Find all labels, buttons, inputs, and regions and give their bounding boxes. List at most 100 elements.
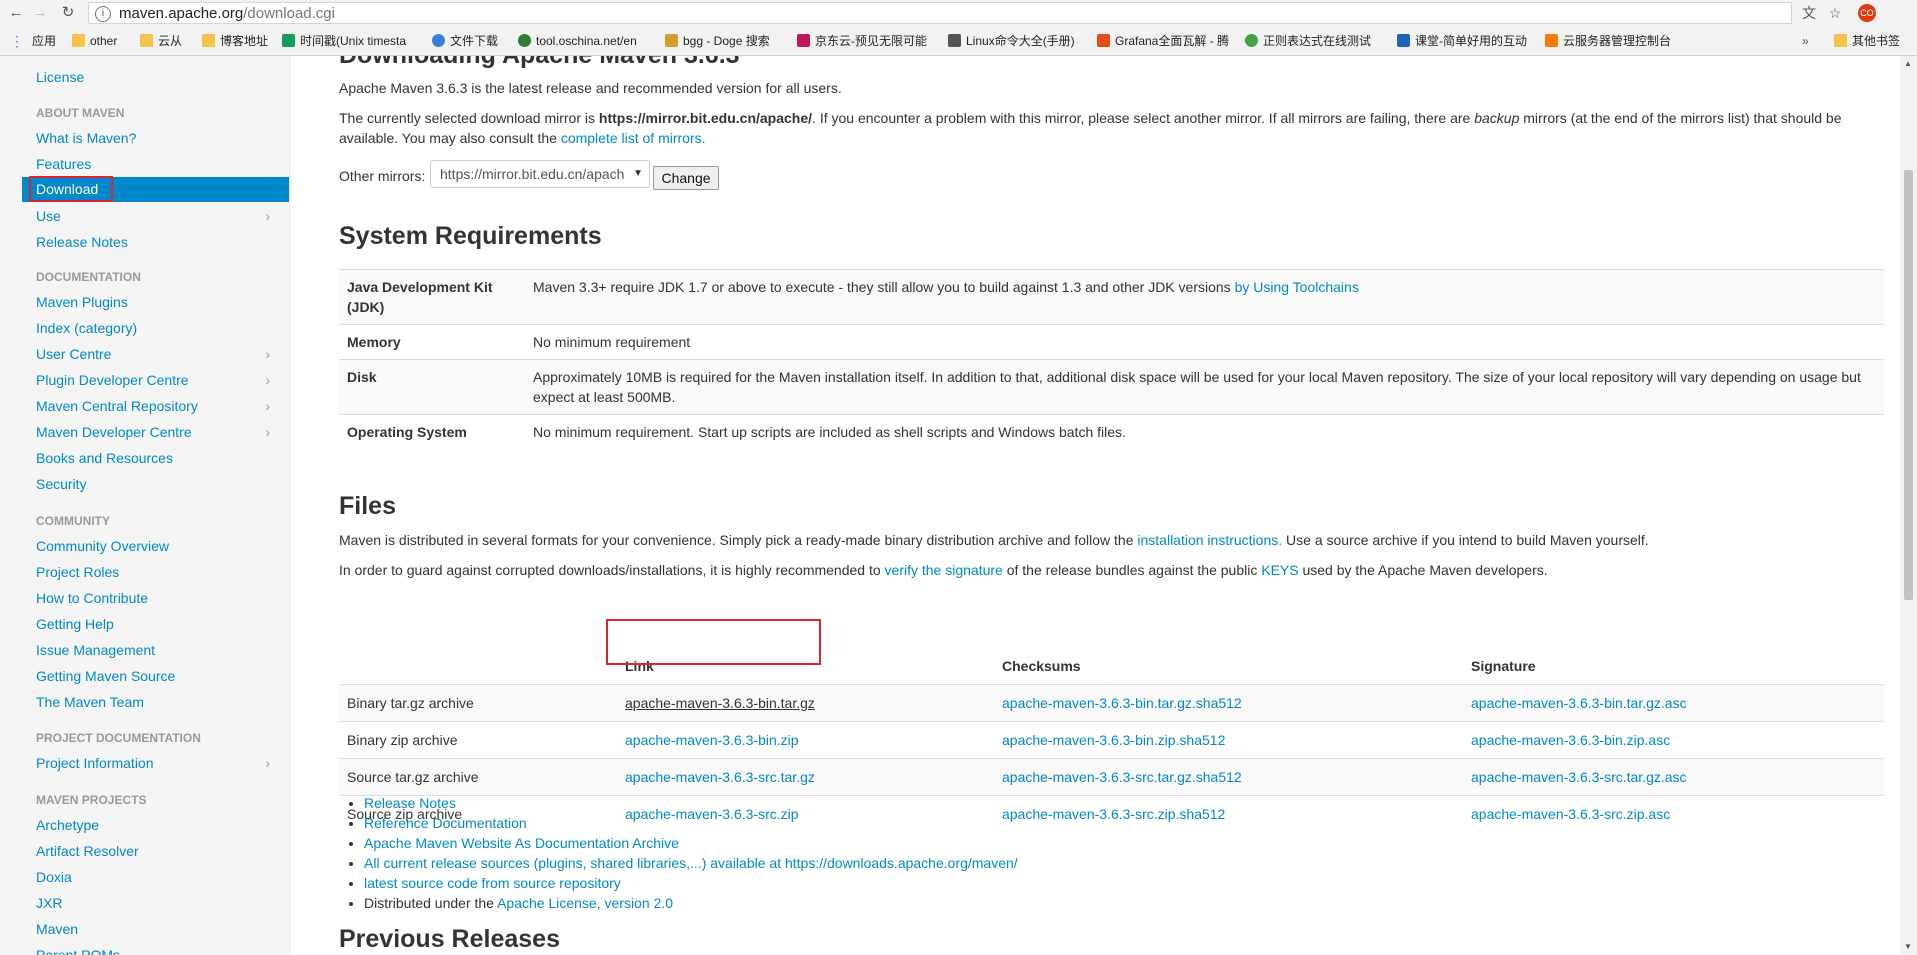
source-tar-gz-link[interactable]: apache-maven-3.6.3-src.tar.gz <box>625 769 815 785</box>
scroll-down-icon[interactable]: ▼ <box>1904 942 1912 951</box>
scroll-up-icon[interactable]: ▲ <box>1904 59 1912 68</box>
toolchains-link[interactable]: by Using Toolchains <box>1235 279 1359 295</box>
bookmark-jdcloud[interactable]: 京东云-预见无限可能 <box>797 32 937 50</box>
bookmark-yuncong[interactable]: 云从 <box>140 32 195 50</box>
forward-arrow-icon[interactable]: → <box>30 3 50 23</box>
sidebar-item-doxia[interactable]: Doxia <box>36 867 280 887</box>
folder-icon <box>140 34 153 47</box>
sidebar-header-community: COMMUNITY <box>36 514 110 528</box>
sidebar-item-security[interactable]: Security <box>36 474 280 494</box>
checksum-link[interactable]: apache-maven-3.6.3-bin.zip.sha512 <box>1002 732 1225 748</box>
back-arrow-icon[interactable]: ← <box>6 3 26 23</box>
signature-link[interactable]: apache-maven-3.6.3-src.zip.asc <box>1471 806 1670 822</box>
sidebar-item-release-notes[interactable]: Release Notes <box>36 232 280 252</box>
bookmark-file-download[interactable]: 文件下载 <box>432 32 512 50</box>
sidebar-item-issue-management[interactable]: Issue Management <box>36 640 280 660</box>
verify-signature-link[interactable]: verify the signature <box>885 562 1003 578</box>
cloud-icon <box>432 34 445 47</box>
sidebar-item-community-overview[interactable]: Community Overview <box>36 536 280 556</box>
scroll-thumb[interactable] <box>1904 170 1913 600</box>
sidebar-item-index-category[interactable]: Index (category) <box>36 318 280 338</box>
signature-link[interactable]: apache-maven-3.6.3-src.tar.gz.asc <box>1471 769 1687 785</box>
apps-grid-icon[interactable]: ⋮⋮ <box>10 32 26 50</box>
bookmark-grafana[interactable]: Grafana全面瓦解 - 腾 <box>1097 32 1232 50</box>
address-url: maven.apache.org/download.cgi <box>119 5 335 22</box>
binary-tar-gz-link[interactable]: apache-maven-3.6.3-bin.tar.gz <box>625 695 815 711</box>
sidebar-item-getting-help[interactable]: Getting Help <box>36 614 280 634</box>
reference-documentation-link[interactable]: Reference Documentation <box>364 815 527 831</box>
bookmark-bgg[interactable]: bgg - Doge 搜索 <box>665 32 785 50</box>
sidebar-item-maven-central-repository[interactable]: Maven Central Repository › <box>36 396 280 416</box>
bookmark-blog[interactable]: 博客地址 <box>202 32 282 50</box>
bookmark-oschina[interactable]: tool.oschina.net/en <box>518 32 653 50</box>
linux-icon <box>948 34 961 47</box>
bookmark-cloud-console[interactable]: 云服务器管理控制台 <box>1545 32 1685 50</box>
grafana-icon <box>1097 34 1110 47</box>
checksum-link[interactable]: apache-maven-3.6.3-bin.tar.gz.sha512 <box>1002 695 1242 711</box>
sidebar-item-plugin-developer-centre[interactable]: Plugin Developer Centre › <box>36 370 280 390</box>
sidebar-item-jxr[interactable]: JXR <box>36 893 280 913</box>
address-bar[interactable]: i maven.apache.org/download.cgi <box>88 2 1792 24</box>
complete-mirror-list-link[interactable]: complete list of mirrors. <box>561 130 706 146</box>
sidebar-item-artifact-resolver[interactable]: Artifact Resolver <box>36 841 280 861</box>
apache-license-link[interactable]: Apache License, version 2.0 <box>497 895 673 911</box>
translate-icon[interactable]: 文 <box>1800 4 1818 22</box>
bookmark-regex[interactable]: 正则表达式在线测试 <box>1245 32 1380 50</box>
sidebar-item-getting-maven-source[interactable]: Getting Maven Source <box>36 666 280 686</box>
bookmark-other-bookmarks[interactable]: 其他书签 <box>1834 32 1914 50</box>
req-key: Memory <box>339 324 525 360</box>
signature-link[interactable]: apache-maven-3.6.3-bin.zip.asc <box>1471 732 1670 748</box>
checksum-link[interactable]: apache-maven-3.6.3-src.zip.sha512 <box>1002 806 1225 822</box>
profile-avatar-icon[interactable]: CO <box>1858 4 1876 22</box>
table-row: Disk Approximately 10MB is required for … <box>339 359 1884 415</box>
sidebar-header-documentation: DOCUMENTATION <box>36 270 141 284</box>
bookmark-timestamp[interactable]: 时间戳(Unix timesta <box>282 32 417 50</box>
annotation-highlight-box <box>29 176 113 202</box>
sidebar-item-project-roles[interactable]: Project Roles <box>36 562 280 582</box>
chevron-right-icon: › <box>265 424 270 440</box>
folder-icon <box>202 34 215 47</box>
sidebar-item-use[interactable]: Use › <box>36 206 280 226</box>
list-item: All current release sources (plugins, sh… <box>364 853 1018 873</box>
release-notes-link[interactable]: Release Notes <box>364 795 456 811</box>
signature-link[interactable]: apache-maven-3.6.3-bin.tar.gz.asc <box>1471 695 1687 711</box>
mirror-select[interactable]: https://mirror.bit.edu.cn/apach ▼ <box>430 160 650 188</box>
sidebar-item-user-centre[interactable]: User Centre › <box>36 344 280 364</box>
bookmark-star-icon[interactable]: ☆ <box>1826 4 1844 22</box>
page-scrollbar[interactable]: ▲ ▼ <box>1900 56 1917 955</box>
change-mirror-button[interactable]: Change <box>653 166 719 190</box>
list-item: Distributed under the Apache License, ve… <box>364 893 1018 913</box>
bookmark-linux[interactable]: Linux命令大全(手册) <box>948 32 1083 50</box>
sidebar-item-books-resources[interactable]: Books and Resources <box>36 448 280 468</box>
list-item: Apache Maven Website As Documentation Ar… <box>364 833 1018 853</box>
keys-link[interactable]: KEYS <box>1261 562 1298 578</box>
bookmark-other[interactable]: other <box>72 32 132 50</box>
list-item: Reference Documentation <box>364 813 1018 833</box>
latest-source-code-link[interactable]: latest source code from source repositor… <box>364 875 621 891</box>
more-bookmarks-icon[interactable]: » <box>1802 32 1816 50</box>
bookmark-classroom[interactable]: 课堂-简单好用的互动 <box>1397 32 1532 50</box>
reload-icon[interactable]: ↻ <box>58 3 78 23</box>
installation-instructions-link[interactable]: installation instructions. <box>1137 532 1282 548</box>
sidebar-item-how-to-contribute[interactable]: How to Contribute <box>36 588 280 608</box>
sidebar-item-what-is-maven[interactable]: What is Maven? <box>36 128 280 148</box>
sidebar-item-maven[interactable]: Maven <box>36 919 280 939</box>
table-row: Operating System No minimum requirement.… <box>339 414 1884 449</box>
other-mirrors-label: Other mirrors: <box>339 168 426 184</box>
site-info-icon[interactable]: i <box>95 6 111 22</box>
chevron-right-icon: › <box>265 755 270 771</box>
sidebar-item-license[interactable]: License <box>36 67 280 87</box>
website-archive-link[interactable]: Apache Maven Website As Documentation Ar… <box>364 835 679 851</box>
req-key: Java Development Kit (JDK) <box>339 269 525 325</box>
sidebar-item-maven-plugins[interactable]: Maven Plugins <box>36 292 280 312</box>
sidebar-item-project-information[interactable]: Project Information › <box>36 753 280 773</box>
sidebar-item-maven-developer-centre[interactable]: Maven Developer Centre › <box>36 422 280 442</box>
sidebar-item-archetype[interactable]: Archetype <box>36 815 280 835</box>
sidebar-item-maven-team[interactable]: The Maven Team <box>36 692 280 712</box>
checksum-link[interactable]: apache-maven-3.6.3-src.tar.gz.sha512 <box>1002 769 1242 785</box>
sidebar-item-features[interactable]: Features <box>36 154 280 174</box>
sidebar-item-parent-poms[interactable]: Parent POMs <box>36 945 280 955</box>
release-sources-link[interactable]: All current release sources (plugins, sh… <box>364 855 1018 871</box>
binary-zip-link[interactable]: apache-maven-3.6.3-bin.zip <box>625 732 799 748</box>
bookmark-apps[interactable]: 应用 <box>32 32 62 50</box>
